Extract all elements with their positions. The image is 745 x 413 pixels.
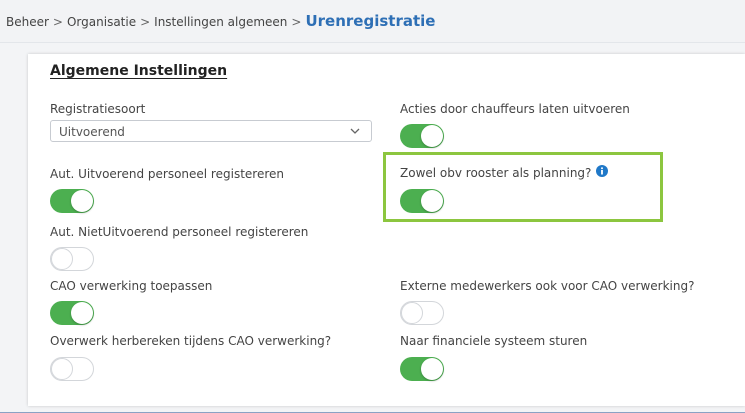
info-icon[interactable]: [596, 165, 608, 177]
breadcrumb-item-beheer[interactable]: Beheer: [6, 15, 49, 29]
aut-nietuitvoerend-label: Aut. NietUitvoerend personeel registerer…: [50, 225, 309, 239]
externe-medewerkers-toggle[interactable]: [400, 301, 444, 325]
breadcrumb-separator: >: [291, 15, 302, 29]
chevron-down-icon: [350, 128, 360, 134]
registratiesoort-value: Uitvoerend: [59, 125, 125, 139]
breadcrumb: Beheer > Organisatie > Instellingen algemeen…: [6, 12, 435, 30]
aut-uitvoerend-label: Aut. Uitvoerend personeel registereren: [50, 167, 284, 181]
acties-chauffeurs-toggle[interactable]: [400, 124, 444, 148]
breadcrumb-separator: >: [52, 15, 63, 29]
rooster-planning-label: Zowel obv rooster als planning?: [400, 166, 592, 180]
toggle-knob: [421, 358, 443, 380]
toggle-knob: [421, 125, 443, 147]
toggle-knob: [51, 358, 73, 380]
acties-chauffeurs-label: Acties door chauffeurs laten uitvoeren: [400, 102, 630, 116]
toggle-knob: [401, 302, 423, 324]
toggle-knob: [421, 190, 443, 212]
cao-verwerking-toggle[interactable]: [50, 301, 94, 325]
page-header: Beheer > Organisatie > Instellingen algemeen…: [0, 0, 745, 43]
registratiesoort-select[interactable]: Uitvoerend: [50, 120, 372, 142]
registratiesoort-label: Registratiesoort: [50, 102, 146, 116]
breadcrumb-item-organisatie[interactable]: Organisatie: [67, 15, 136, 29]
breadcrumb-item-instellingen[interactable]: Instellingen algemeen: [154, 15, 287, 29]
cao-verwerking-label: CAO verwerking toepassen: [50, 279, 213, 293]
toggle-knob: [51, 248, 73, 270]
page-title: Urenregistratie: [305, 12, 436, 30]
aut-uitvoerend-toggle[interactable]: [50, 189, 94, 213]
toggle-knob: [71, 302, 93, 324]
rooster-planning-toggle[interactable]: [400, 189, 444, 213]
externe-medewerkers-label: Externe medewerkers ook voor CAO verwerk…: [400, 279, 695, 293]
breadcrumb-separator: >: [140, 15, 151, 29]
section-title: Algemene Instellingen: [50, 63, 228, 79]
toggle-knob: [71, 190, 93, 212]
overwerk-label: Overwerk herbereken tijdens CAO verwerki…: [50, 334, 332, 348]
financieel-label: Naar financiele systeem sturen: [400, 334, 588, 348]
aut-nietuitvoerend-toggle[interactable]: [50, 247, 94, 271]
overwerk-toggle[interactable]: [50, 357, 94, 381]
financieel-toggle[interactable]: [400, 357, 444, 381]
